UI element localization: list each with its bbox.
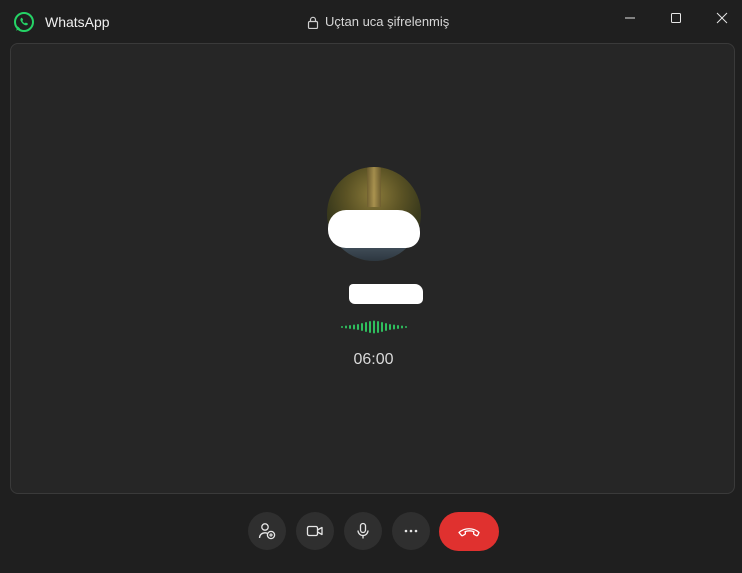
microphone-icon	[357, 522, 369, 539]
contact-name-redacted	[349, 284, 423, 304]
mute-button[interactable]	[344, 512, 382, 550]
maximize-icon	[671, 13, 681, 23]
end-call-button[interactable]	[439, 512, 499, 551]
phone-hangup-icon	[458, 527, 480, 536]
call-window: WhatsApp Uçtan uca şifrelenmiş 06:00	[0, 0, 742, 573]
close-button[interactable]	[699, 0, 742, 36]
person-add-icon	[258, 523, 276, 540]
voice-activity-indicator	[341, 320, 407, 334]
more-options-button[interactable]	[392, 512, 430, 550]
encryption-label: Uçtan uca şifrelenmiş	[325, 14, 450, 29]
avatar-photo-detail	[367, 167, 381, 207]
video-icon	[306, 525, 323, 537]
minimize-button[interactable]	[607, 0, 653, 36]
add-participant-button[interactable]	[248, 512, 286, 550]
whatsapp-logo-icon	[14, 12, 34, 32]
app-title: WhatsApp	[45, 14, 110, 30]
ellipsis-icon	[404, 529, 418, 533]
lock-icon	[307, 16, 319, 29]
encryption-indicator: Uçtan uca şifrelenmiş	[307, 14, 449, 30]
call-duration: 06:00	[353, 351, 394, 368]
call-controls	[0, 512, 742, 552]
video-toggle-button[interactable]	[296, 512, 334, 550]
close-icon	[716, 12, 728, 24]
title-bar: WhatsApp Uçtan uca şifrelenmiş	[0, 0, 742, 42]
call-panel: 06:00	[10, 43, 735, 494]
maximize-button[interactable]	[653, 0, 699, 36]
minimize-icon	[625, 17, 635, 19]
redaction-mark	[328, 210, 420, 248]
